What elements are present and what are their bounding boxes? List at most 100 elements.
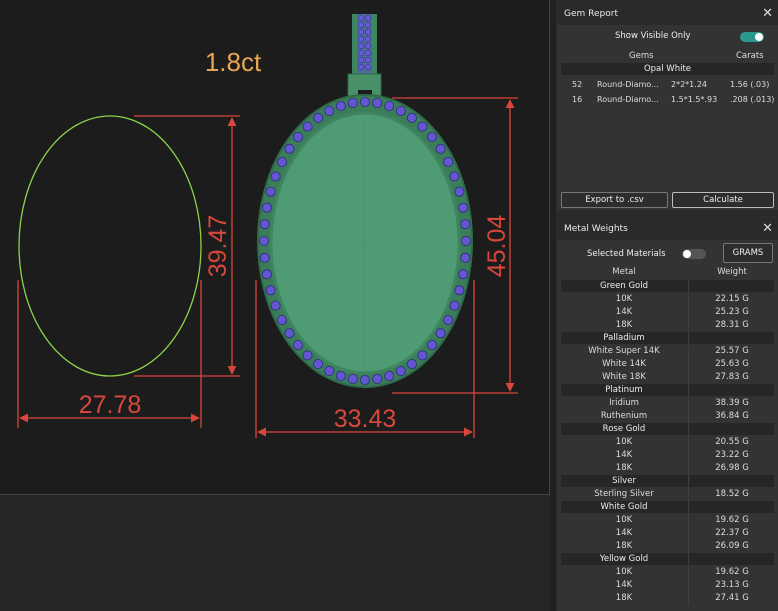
halo-gem (460, 235, 471, 246)
metal-row[interactable]: 14K 23.13 G (561, 579, 774, 592)
metal-weights-title: Metal Weights (564, 224, 628, 234)
show-visible-label: Show Visible Only (615, 31, 691, 41)
3d-viewport[interactable]: 1.8ct 27.78 39.47 33.43 45.04 (0, 0, 550, 495)
width-label-left: 27.78 (79, 391, 142, 419)
bail-gem (357, 28, 365, 36)
metal-group-label: Yellow Gold (599, 554, 649, 564)
metal-weight: 22.37 G (715, 528, 749, 538)
halo-gem (449, 300, 460, 311)
halo-gem (426, 339, 437, 350)
gem-row[interactable]: 52 Round-Diamo... 2*2*1.24 1.56 (.03) (557, 77, 778, 92)
selected-materials-label: Selected Materials (587, 249, 666, 259)
col-metal: Metal (612, 267, 636, 277)
halo-gem (284, 328, 295, 339)
halo-gem (313, 359, 324, 370)
metal-name: 10K (615, 294, 633, 304)
metal-name: 14K (615, 450, 633, 460)
metal-group-label: Green Gold (600, 281, 648, 291)
gem-row[interactable]: 16 Round-Diamo... 1.5*1.5*.93 .208 (.013) (557, 92, 778, 107)
metal-name: 10K (615, 515, 633, 525)
metal-row[interactable]: 10K 19.62 G (561, 566, 774, 579)
metal-row[interactable]: White Super 14K 25.57 G (561, 345, 774, 358)
halo-gem (259, 252, 270, 263)
panel-splitter[interactable] (550, 0, 556, 611)
metal-weight: 23.22 G (715, 450, 749, 460)
metal-weight: 25.23 G (715, 307, 749, 317)
bail-gem (364, 21, 372, 29)
metal-group-row: Palladium (561, 332, 774, 345)
gem-name: Round-Diamo... (597, 95, 659, 104)
metal-row[interactable]: 14K 25.23 G (561, 306, 774, 319)
metal-row[interactable]: Sterling Silver 18.52 G (561, 488, 774, 501)
metal-weight: 22.15 G (715, 294, 749, 304)
metal-group-label: Platinum (605, 385, 643, 395)
halo-gem (259, 219, 270, 230)
metal-weight: 38.39 G (715, 398, 749, 408)
halo-gem (324, 365, 335, 376)
metal-row[interactable]: 18K 27.41 G (561, 592, 774, 605)
metal-name: White Super 14K (588, 346, 660, 356)
metal-row[interactable]: 14K 23.22 G (561, 449, 774, 462)
halo-gem (261, 202, 272, 213)
halo-gem (292, 131, 303, 142)
halo-gem (347, 373, 358, 384)
gem-report-header: Gem Report ✕ (557, 3, 778, 25)
metal-name: 14K (615, 528, 633, 538)
halo-gem (406, 359, 417, 370)
metal-row[interactable]: 10K 20.55 G (561, 436, 774, 449)
close-icon[interactable]: ✕ (762, 218, 773, 240)
halo-gem (460, 219, 471, 230)
halo-gem (458, 202, 469, 213)
halo-gem (372, 98, 383, 109)
halo-gem (443, 156, 454, 167)
metal-weights-panel: Metal Weights ✕ Selected Materials GRAMS… (557, 218, 778, 611)
metal-row[interactable]: White 14K 25.63 G (561, 358, 774, 371)
metal-name: Ruthenium (600, 411, 648, 421)
halo-gem (302, 121, 313, 132)
height-label-right: 45.04 (483, 215, 511, 278)
metal-weight: 28.31 G (715, 320, 749, 330)
export-csv-button[interactable]: Export to .csv (561, 192, 668, 208)
halo-gem (435, 143, 446, 154)
metal-row[interactable]: 10K 19.62 G (561, 514, 774, 527)
metal-table-header: Metal Weight (561, 267, 774, 279)
halo-gem (417, 121, 428, 132)
halo-gem (426, 131, 437, 142)
metal-name: White 18K (602, 372, 646, 382)
halo-gem (417, 350, 428, 361)
metal-row[interactable]: Ruthenium 36.84 G (561, 410, 774, 423)
metal-row[interactable]: 14K 22.37 G (561, 527, 774, 540)
halo-gem (435, 328, 446, 339)
metal-group-label: Rose Gold (602, 424, 646, 434)
bail-gem (364, 63, 372, 71)
gem-count: 52 (572, 80, 583, 89)
calculate-button[interactable]: Calculate (672, 192, 774, 208)
metal-name: 18K (615, 320, 633, 330)
selected-materials-toggle[interactable] (682, 249, 706, 259)
metal-weight: 19.62 G (715, 567, 749, 577)
metal-row[interactable]: 18K 26.09 G (561, 540, 774, 553)
show-visible-toggle[interactable] (740, 32, 764, 42)
metal-name: 18K (615, 463, 633, 473)
halo-gem (384, 101, 395, 112)
metal-group-row: Yellow Gold (561, 553, 774, 566)
metal-name: 14K (615, 307, 633, 317)
metal-row[interactable]: 18K 28.31 G (561, 319, 774, 332)
halo-gem (335, 370, 346, 381)
halo-gem (324, 106, 335, 117)
metal-group-row: Platinum (561, 384, 774, 397)
gem-report-panel: Gem Report ✕ Show Visible Only Gems Cara… (557, 3, 778, 210)
units-button[interactable]: GRAMS (723, 243, 773, 263)
col-weight: Weight (717, 267, 747, 277)
halo-gem (443, 314, 454, 325)
metal-weight: 19.62 G (715, 515, 749, 525)
metal-row[interactable]: Iridium 38.39 G (561, 397, 774, 410)
bail-gem (357, 35, 365, 43)
metal-row[interactable]: White 18K 27.83 G (561, 371, 774, 384)
pendant-bail (347, 14, 382, 97)
metal-row[interactable]: 18K 26.98 G (561, 462, 774, 475)
bail-gem (364, 56, 372, 64)
close-icon[interactable]: ✕ (762, 3, 773, 25)
metal-row[interactable]: 10K 22.15 G (561, 293, 774, 306)
viewport-canvas: 1.8ct 27.78 39.47 33.43 45.04 (17, 14, 518, 438)
